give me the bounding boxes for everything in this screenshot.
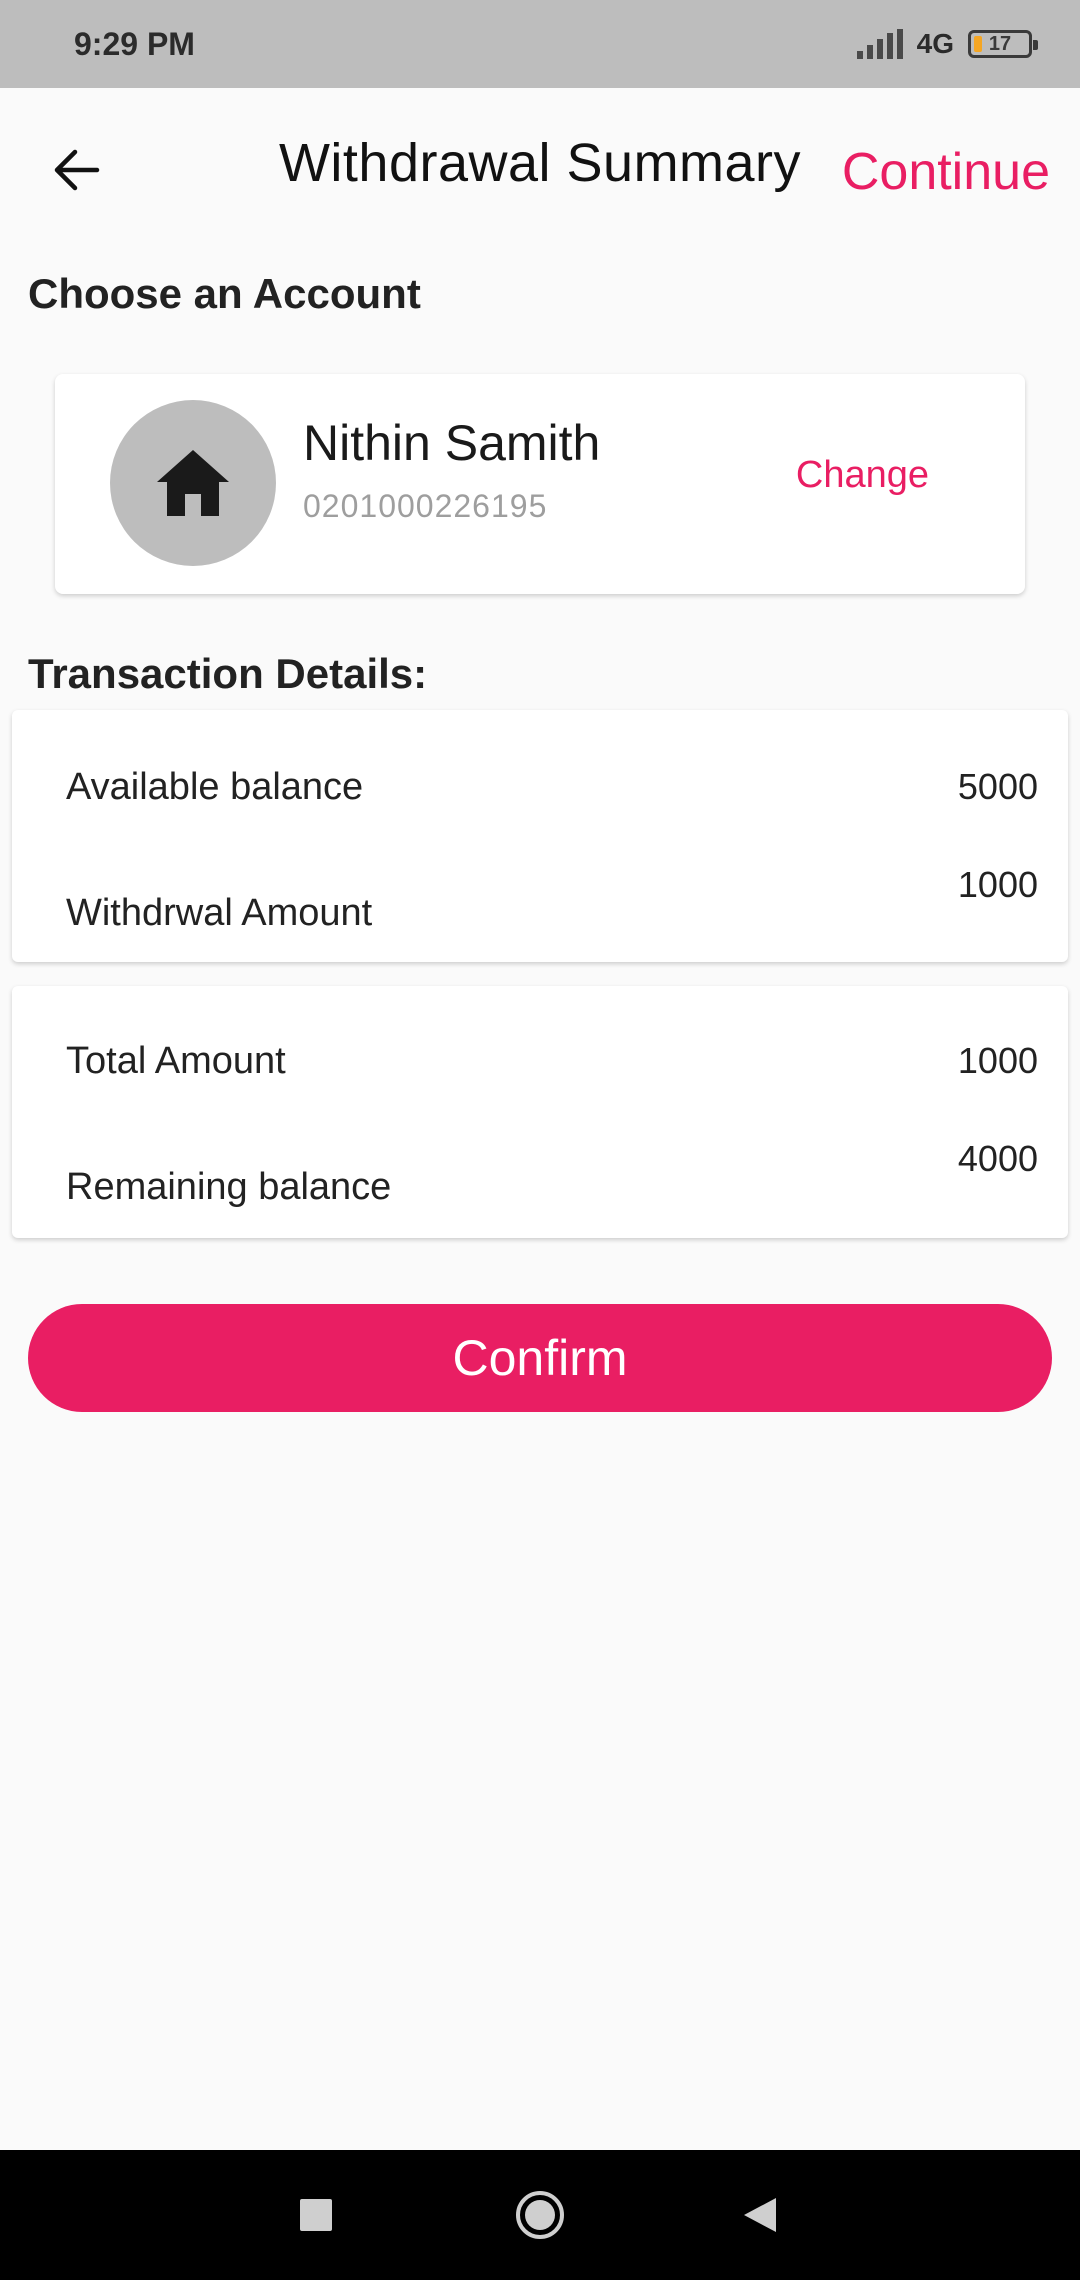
signal-icon [856,29,903,59]
totals-card: Total Amount 1000 Remaining balance 4000 [12,986,1068,1238]
app-bar: Withdrawal Summary Continue [0,88,1080,244]
battery-icon: 17 [968,30,1038,58]
transaction-details-heading: Transaction Details: [28,650,428,697]
network-type: 4G [916,28,954,59]
available-balance-label: Available balance [66,766,364,808]
total-amount-label: Total Amount [66,1040,286,1082]
circle-icon [516,2191,564,2239]
total-amount-value: 1000 [957,1040,1038,1081]
available-balance-value: 5000 [957,766,1038,807]
triangle-back-icon [744,2198,776,2232]
navigation-bar [0,2150,1080,2280]
withdrawal-amount-value: 1000 [957,864,1038,905]
withdrawal-amount-label: Withdrwal Amount [66,892,373,934]
balance-card: Available balance 5000 Withdrwal Amount … [12,710,1068,962]
status-icons: 4G 17 [856,28,1038,60]
recents-button[interactable] [256,2150,376,2280]
confirm-button[interactable]: Confirm [28,1304,1052,1412]
account-number: 0201000226195 [303,488,548,524]
status-bar: 9:29 PM 4G 17 [0,0,1080,88]
home-icon [157,450,229,516]
change-account-button[interactable]: Change [796,454,929,497]
avatar [110,400,276,566]
account-card[interactable]: Nithin Samith 0201000226195 Change [55,374,1025,594]
choose-account-heading: Choose an Account [28,270,421,317]
home-button[interactable] [480,2150,600,2280]
square-icon [300,2199,332,2231]
back-nav-button[interactable] [700,2150,820,2280]
remaining-balance-value: 4000 [957,1138,1038,1179]
continue-button[interactable]: Continue [842,142,1050,202]
status-time: 9:29 PM [74,25,195,62]
screen: 9:29 PM 4G 17 Withdrawal Summary Continu… [0,0,1080,2280]
battery-level: 17 [988,32,1012,55]
account-name: Nithin Samith [303,415,601,471]
remaining-balance-label: Remaining balance [66,1166,392,1208]
